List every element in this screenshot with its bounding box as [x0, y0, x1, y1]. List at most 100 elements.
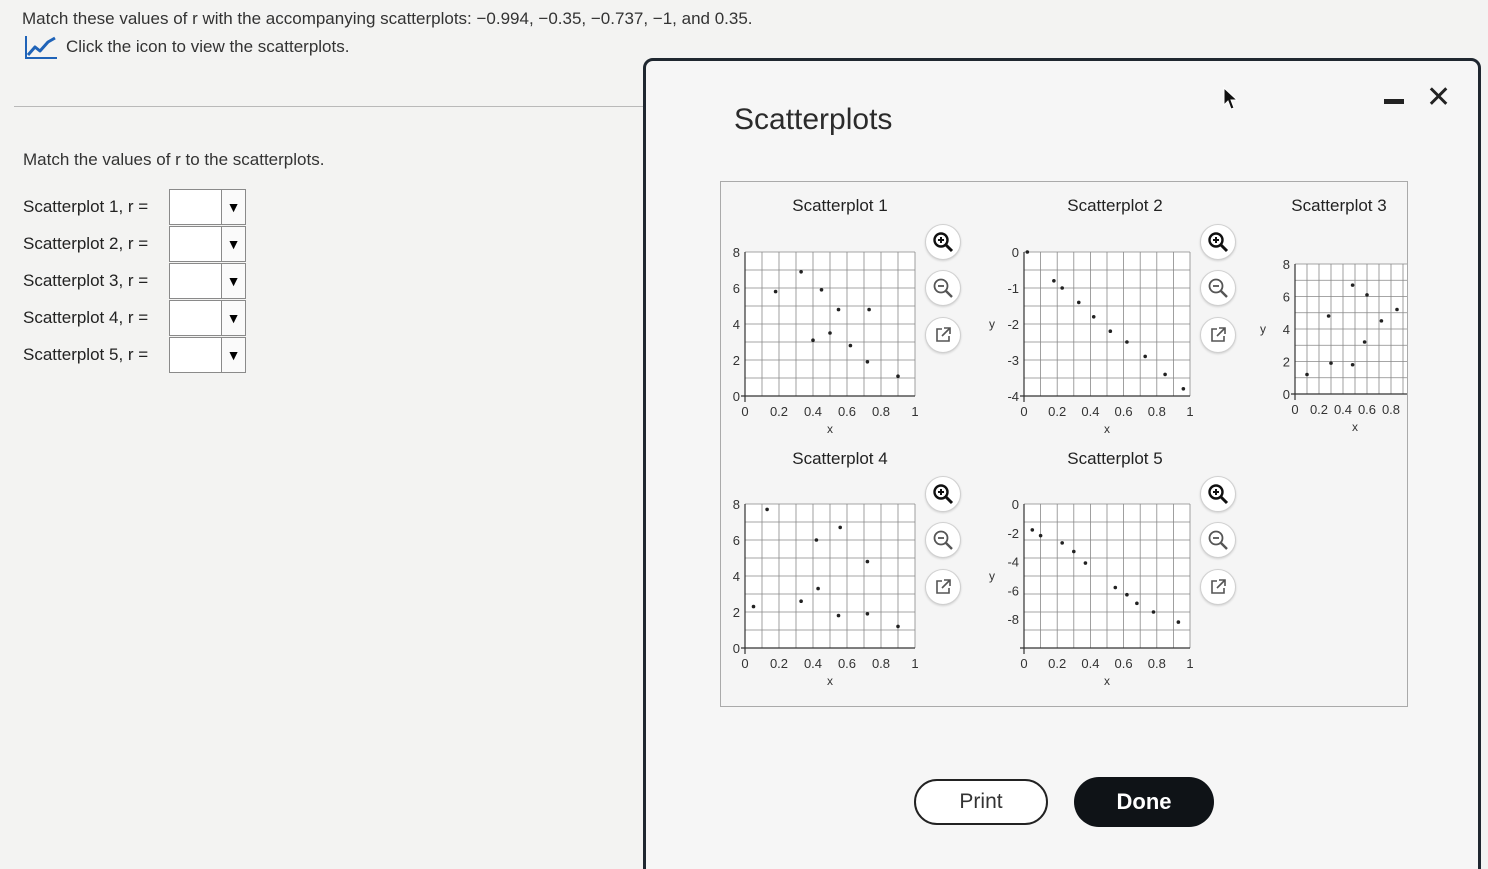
scatterplot-4: Scatterplot 4 0 0.2 0.4 0.6 0.8 1 0 2 4 6 8 x [733, 449, 919, 688]
r-select-2[interactable]: ▼ [169, 226, 246, 262]
data-point [848, 343, 853, 348]
match-label: Scatterplot 2, r = [23, 234, 149, 253]
data-point [836, 307, 841, 312]
done-button[interactable]: Done [1074, 777, 1214, 827]
chart-line-icon[interactable] [24, 34, 58, 60]
zoom-out-icon [1208, 530, 1228, 550]
y-tick-label: 4 [733, 317, 740, 332]
close-icon[interactable]: ✕ [1426, 83, 1451, 113]
y-tick-label: 8 [733, 497, 740, 512]
match-row-2: Scatterplot 2, r = ▼ [23, 226, 246, 262]
y-tick-label: 0 [1012, 497, 1019, 512]
hint-text[interactable]: Click the icon to view the scatterplots. [66, 37, 349, 57]
data-point [1135, 601, 1139, 606]
r-select-1[interactable]: ▼ [169, 189, 246, 225]
data-point [1176, 620, 1181, 624]
open-new-window-button-5[interactable] [1200, 569, 1236, 605]
zoom-in-button-4[interactable] [925, 476, 961, 512]
x-tick-label: 0.6 [1358, 402, 1376, 417]
y-tick-label: 8 [1283, 257, 1290, 272]
dropdown-arrow-icon[interactable]: ▼ [221, 227, 245, 261]
external-link-icon [936, 579, 951, 594]
x-tick-label: 0 [741, 404, 748, 419]
data-point [1083, 561, 1088, 565]
y-tick-label: -4 [1007, 389, 1019, 404]
y-axis-label: y [989, 317, 995, 331]
x-tick-label: 0.2 [770, 656, 788, 671]
zoom-out-button-2[interactable] [1200, 270, 1236, 306]
r-select-3[interactable]: ▼ [169, 263, 246, 299]
data-point [867, 307, 871, 312]
x-tick-label: 1 [1186, 656, 1193, 671]
dropdown-arrow-icon[interactable]: ▼ [221, 190, 245, 224]
data-point [1305, 372, 1309, 377]
data-point [865, 559, 870, 564]
y-tick-label: 2 [733, 353, 740, 368]
y-tick-label: -4 [1007, 555, 1019, 570]
open-new-window-button-2[interactable] [1200, 317, 1236, 353]
zoom-out-icon [1208, 278, 1228, 298]
y-tick-label: 2 [733, 605, 740, 620]
zoom-in-button-1[interactable] [925, 224, 961, 260]
zoom-out-button-1[interactable] [925, 270, 961, 306]
data-point [1091, 315, 1096, 319]
y-tick-label: 0 [1012, 245, 1019, 260]
data-point [1076, 300, 1081, 305]
data-point [773, 289, 778, 294]
x-tick-label: 0.4 [1081, 404, 1099, 419]
data-point [1151, 610, 1156, 614]
data-point [865, 360, 870, 364]
data-point [1350, 362, 1355, 367]
data-point [1060, 286, 1064, 290]
r-select-5[interactable]: ▼ [169, 337, 246, 373]
zoom-in-icon [933, 484, 954, 505]
match-label: Scatterplot 1, r = [23, 197, 149, 216]
instruction-text: Match the values of r to the scatterplot… [23, 150, 325, 169]
dropdown-arrow-icon[interactable]: ▼ [221, 301, 245, 335]
match-label: Scatterplot 4, r = [23, 308, 149, 327]
zoom-in-icon [1208, 232, 1229, 253]
x-tick-label: 0.2 [1048, 404, 1066, 419]
view-scatterplots-link[interactable]: Click the icon to view the scatterplots. [24, 34, 349, 60]
scatterplot-title: Scatterplot 4 [792, 449, 887, 468]
x-tick-label: 0.4 [804, 404, 822, 419]
data-point [811, 338, 815, 342]
y-tick-label: 0 [733, 389, 740, 404]
print-button[interactable]: Print [914, 779, 1048, 825]
y-tick-label: -6 [1007, 583, 1019, 598]
y-tick-label: 8 [733, 245, 740, 260]
zoom-out-button-5[interactable] [1200, 522, 1236, 558]
data-point [1350, 283, 1355, 287]
data-point [1407, 345, 1408, 349]
dialog-title: Scatterplots [734, 103, 893, 136]
x-axis-label: x [827, 674, 833, 688]
zoom-in-icon [933, 232, 954, 253]
data-point [1326, 314, 1331, 318]
data-point [1030, 528, 1035, 532]
minimize-icon[interactable] [1384, 99, 1404, 104]
x-tick-label: 1 [1186, 404, 1193, 419]
scatterplot-panel[interactable]: Scatterplot 1 0 0.2 0.4 0.6 0.8 1 0 2 4 6 8 x Scatter… [720, 181, 1408, 707]
scatterplot-title: Scatterplot 2 [1067, 196, 1162, 215]
match-row-1: Scatterplot 1, r = ▼ [23, 189, 246, 225]
data-point [865, 612, 870, 616]
dropdown-arrow-icon[interactable]: ▼ [221, 264, 245, 298]
open-new-window-button-4[interactable] [925, 569, 961, 605]
scatterplot-3: Scatterplot 300.20.40.60.8102468xy [1260, 196, 1408, 434]
x-tick-label: 0 [741, 656, 748, 671]
y-tick-label: 2 [1283, 355, 1290, 370]
x-tick-label: 0.6 [838, 404, 856, 419]
x-tick-label: 0.4 [1334, 402, 1352, 417]
zoom-in-button-5[interactable] [1200, 476, 1236, 512]
x-tick-label: 0.8 [1148, 404, 1166, 419]
data-point [1125, 340, 1129, 344]
match-row-3: Scatterplot 3, r = ▼ [23, 263, 246, 299]
dropdown-arrow-icon[interactable]: ▼ [221, 338, 245, 372]
x-tick-label: 0.6 [1115, 656, 1133, 671]
data-point [814, 538, 819, 542]
zoom-out-button-4[interactable] [925, 522, 961, 558]
data-point [819, 288, 824, 292]
zoom-in-button-2[interactable] [1200, 224, 1236, 260]
r-select-4[interactable]: ▼ [169, 300, 246, 336]
open-new-window-button-1[interactable] [925, 317, 961, 353]
